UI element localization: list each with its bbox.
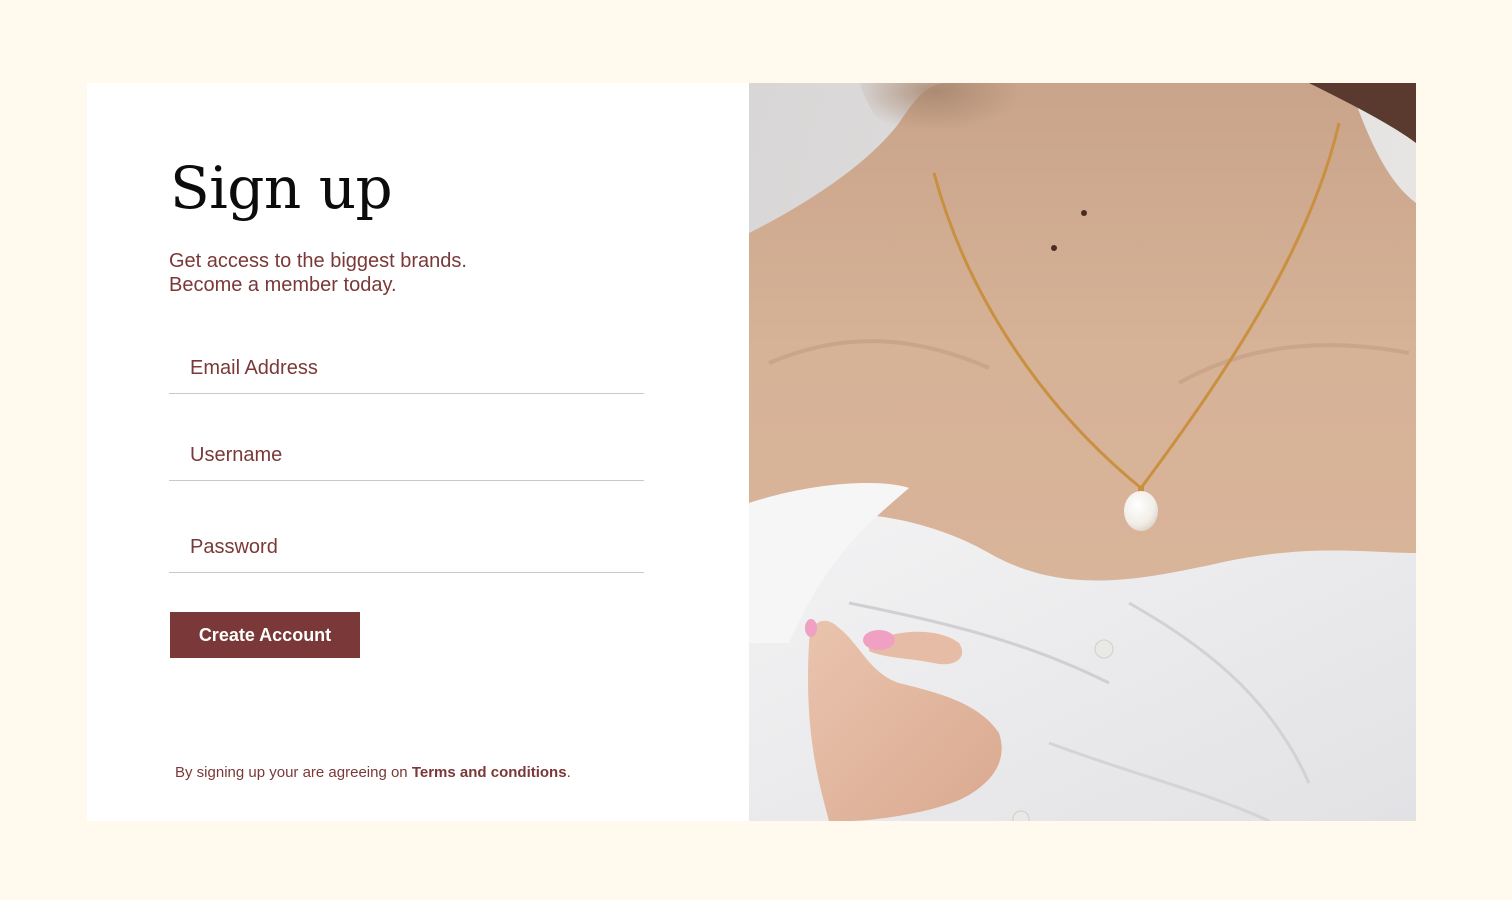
password-input[interactable]: [169, 524, 644, 571]
subtitle-line-2: Become a member today.: [169, 274, 397, 296]
username-input[interactable]: [169, 432, 644, 479]
subtitle-line-1: Get access to the biggest brands.: [169, 250, 467, 272]
email-input[interactable]: [169, 345, 644, 392]
password-field-container: [169, 524, 644, 573]
terms-notice: By signing up your are agreeing on Terms…: [175, 764, 571, 781]
email-field-container: [169, 345, 644, 394]
page-title: Sign up: [170, 154, 393, 222]
signup-form-panel: Sign up Get access to the biggest brands…: [87, 83, 749, 821]
signup-card: Sign up Get access to the biggest brands…: [87, 83, 1416, 821]
terms-suffix: .: [566, 764, 571, 781]
terms-link[interactable]: Terms and conditions: [412, 764, 567, 781]
necklace-model-image: [749, 83, 1416, 821]
hero-photo: [749, 83, 1416, 821]
terms-prefix: By signing up your are agreeing on: [175, 764, 412, 781]
signup-subtitle: Get access to the biggest brands. Become…: [169, 249, 467, 297]
username-field-container: [169, 432, 644, 481]
create-account-button[interactable]: Create Account: [170, 612, 360, 658]
